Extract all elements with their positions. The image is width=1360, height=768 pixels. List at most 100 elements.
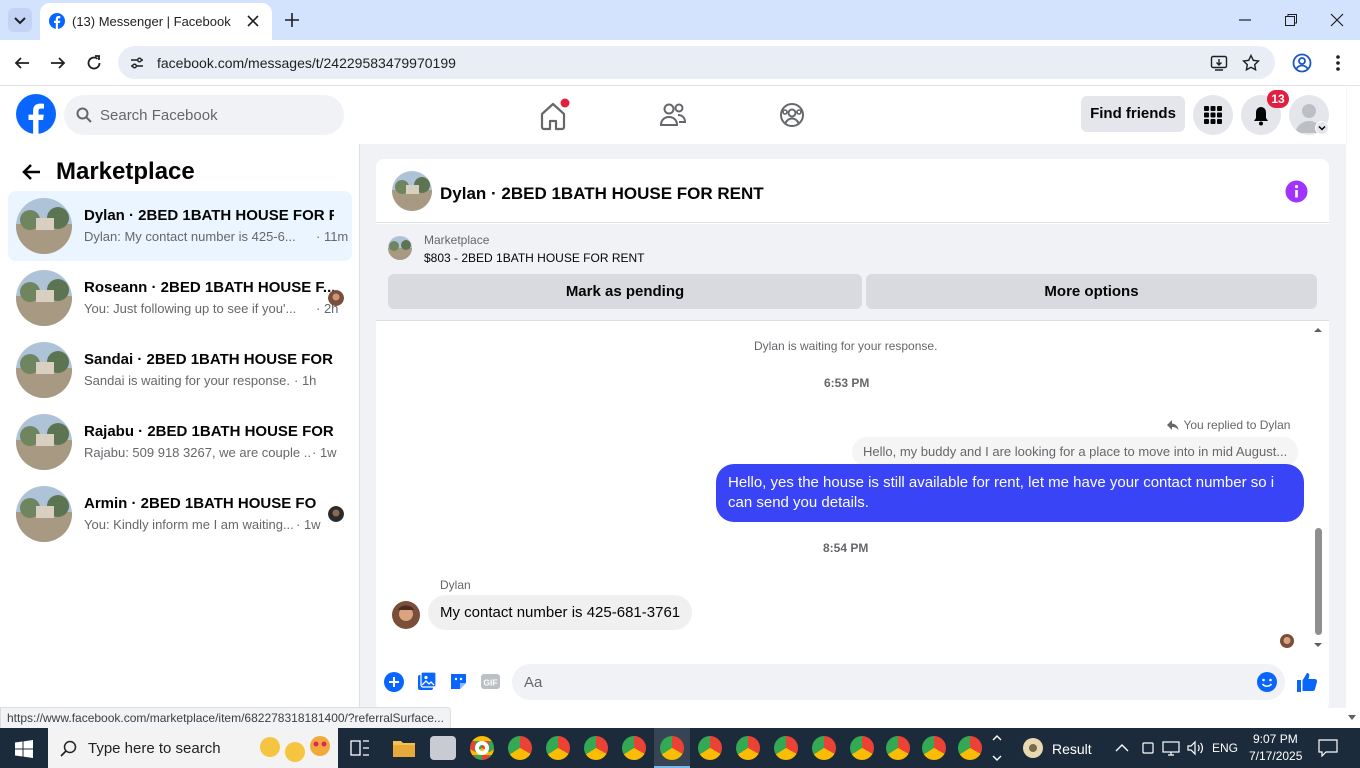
chrome-taskbar-icon[interactable]	[584, 736, 608, 760]
message-scrollbar[interactable]	[1311, 323, 1325, 653]
conversation-item[interactable]: Dylan · 2BED 1BATH HOUSE FOR R... Dylan:…	[8, 191, 352, 261]
sender-name: Dylan	[440, 578, 471, 592]
search-facebook[interactable]	[64, 95, 344, 135]
chrome-taskbar-icon[interactable]	[698, 736, 722, 760]
url-omnibox[interactable]: facebook.com/messages/t/2422958347997019…	[118, 46, 1275, 79]
emoji-icon[interactable]	[1256, 671, 1278, 693]
chrome-taskbar-icon[interactable]	[546, 736, 570, 760]
chrome-taskbar-icon[interactable]	[508, 736, 532, 760]
chrome-taskbar-icon[interactable]	[774, 736, 798, 760]
conversation-item[interactable]: Armin · 2BED 1BATH HOUSE FO... You: Kind…	[8, 479, 352, 549]
conversation-sidebar: Marketplace Dylan · 2BED 1BATH HOUSE FOR…	[0, 144, 360, 708]
sender-avatar[interactable]	[392, 601, 420, 629]
nav-groups[interactable]	[771, 96, 813, 134]
nav-friends[interactable]	[652, 96, 694, 134]
install-app-icon[interactable]	[1210, 54, 1228, 72]
quoted-message[interactable]: Hello, my buddy and I are looking for a …	[852, 437, 1299, 467]
conversation-item[interactable]: Roseann · 2BED 1BATH HOUSE F... You: Jus…	[8, 263, 352, 333]
facebook-logo-icon[interactable]	[16, 94, 56, 134]
sidebar-title: Marketplace	[56, 158, 195, 185]
scrollbar-thumb[interactable]	[1315, 528, 1322, 635]
language-indicator[interactable]: ENG	[1212, 741, 1238, 755]
find-friends-button[interactable]: Find friends	[1081, 96, 1185, 132]
profile-icon[interactable]	[1292, 53, 1312, 73]
chrome-taskbar-icon[interactable]	[886, 736, 910, 760]
info-icon[interactable]	[1285, 180, 1308, 203]
listing-thumbnail	[16, 342, 72, 398]
chrome-taskbar-icon[interactable]	[736, 736, 760, 760]
mark-as-pending-button[interactable]: Mark as pending	[388, 274, 862, 309]
chrome-taskbar-icon[interactable]	[622, 736, 646, 760]
photo-attach-icon[interactable]	[416, 671, 437, 692]
gif-icon[interactable]: GIF	[480, 671, 501, 692]
taskbar-overflow-arrows-icon[interactable]	[990, 730, 1004, 766]
close-tab-icon[interactable]	[246, 14, 260, 28]
minimize-icon[interactable]	[1238, 13, 1252, 27]
chrome-taskbar-icon[interactable]	[958, 736, 982, 760]
chrome-taskbar-icon[interactable]	[812, 736, 836, 760]
incoming-message[interactable]: My contact number is 425-681-3761	[428, 595, 693, 630]
thumbs-up-icon[interactable]	[1296, 671, 1318, 693]
site-settings-icon[interactable]	[129, 55, 145, 71]
close-window-icon[interactable]	[1330, 13, 1344, 27]
chat-header: Dylan · 2BED 1BATH HOUSE FOR RENT	[376, 159, 1329, 223]
conversation-time: · 11m	[316, 229, 349, 244]
conversation-item[interactable]: Rajabu · 2BED 1BATH HOUSE FOR ... Rajabu…	[8, 407, 352, 477]
reply-indicator: You replied to Dylan	[1166, 416, 1290, 434]
message-input[interactable]	[524, 664, 1224, 700]
chevron-down-icon	[14, 17, 26, 25]
task-view-icon[interactable]	[350, 739, 370, 757]
conversation-snippet: Dylan: My contact number is 425-6...	[84, 229, 296, 244]
marketplace-listing-bar: Marketplace $803 - 2BED 1BATH HOUSE FOR …	[376, 224, 1329, 321]
plus-actions-icon[interactable]	[384, 672, 404, 692]
clock-time[interactable]: 9:07 PM	[1253, 732, 1298, 746]
windows-start-icon[interactable]	[15, 740, 33, 758]
chevron-down-icon	[1318, 125, 1326, 131]
sticker-icon[interactable]	[448, 671, 469, 692]
chrome-taskbar-icon[interactable]	[660, 736, 684, 760]
listing-title[interactable]: $803 - 2BED 1BATH HOUSE FOR RENT	[424, 251, 645, 265]
chat-listing-avatar[interactable]	[392, 171, 432, 211]
address-bar-row: facebook.com/messages/t/2422958347997019…	[0, 40, 1360, 86]
search-input[interactable]	[100, 95, 330, 135]
tab-title: (13) Messenger | Facebook	[72, 14, 231, 29]
pinned-app-icon[interactable]	[430, 736, 456, 760]
tab-search-dropdown[interactable]	[8, 8, 32, 32]
conversation-item[interactable]: Sandai · 2BED 1BATH HOUSE FOR ... Sandai…	[8, 335, 352, 405]
menu-button[interactable]	[1193, 95, 1233, 135]
home-icon	[540, 98, 570, 131]
network-icon[interactable]	[1162, 740, 1180, 756]
message-input-box[interactable]	[512, 664, 1285, 700]
tray-chevron-up-icon[interactable]	[1114, 741, 1130, 755]
restore-icon[interactable]	[1284, 13, 1298, 27]
file-explorer-icon[interactable]	[392, 737, 416, 759]
browser-tab-messenger[interactable]: (13) Messenger | Facebook	[40, 3, 272, 40]
taskbar-search[interactable]: Type here to search	[48, 728, 338, 768]
conversation-time: · 1h	[294, 373, 317, 388]
chat-title[interactable]: Dylan · 2BED 1BATH HOUSE FOR RENT	[440, 184, 764, 204]
forward-icon[interactable]	[50, 55, 66, 71]
chrome-taskbar-icon[interactable]	[922, 736, 946, 760]
action-center-icon[interactable]	[1318, 739, 1338, 757]
browser-menu-icon[interactable]	[1330, 53, 1346, 73]
bookmark-star-icon[interactable]	[1242, 54, 1260, 72]
account-dropdown[interactable]	[1315, 121, 1329, 135]
listing-small-thumb[interactable]	[388, 236, 412, 260]
reload-icon[interactable]	[86, 55, 102, 71]
new-tab-icon[interactable]	[284, 12, 300, 28]
meet-now-icon[interactable]	[1140, 740, 1156, 756]
windows-taskbar: Type here to search Result ENG 9:07 PM 7…	[0, 728, 1360, 768]
back-arrow-icon[interactable]	[22, 162, 42, 182]
weather-sports-icon[interactable]	[1022, 737, 1044, 759]
chat-window: Dylan · 2BED 1BATH HOUSE FOR RENT Market…	[376, 159, 1329, 711]
weather-text[interactable]: Result	[1052, 741, 1092, 757]
page-scroll-down-icon[interactable]	[1346, 712, 1358, 724]
chrome-taskbar-icon[interactable]	[470, 736, 494, 760]
nav-home[interactable]	[532, 96, 574, 134]
back-icon[interactable]	[14, 55, 30, 71]
clock-date[interactable]: 7/17/2025	[1249, 749, 1302, 763]
chrome-taskbar-icon[interactable]	[850, 736, 874, 760]
volume-icon[interactable]	[1186, 740, 1204, 756]
outgoing-message[interactable]: Hello, yes the house is still available …	[716, 464, 1304, 522]
more-options-button[interactable]: More options	[866, 274, 1317, 309]
